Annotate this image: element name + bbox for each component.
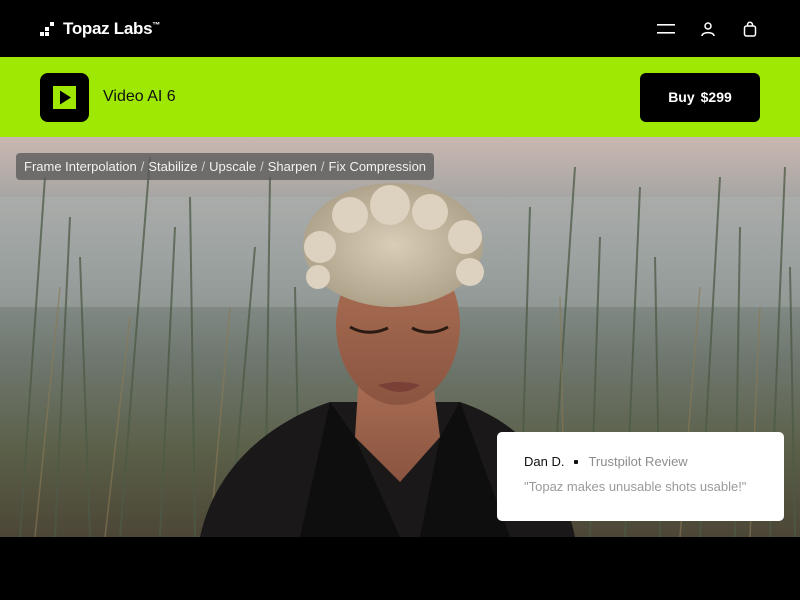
top-nav: Topaz Labs™ xyxy=(0,0,800,57)
topaz-logo-icon xyxy=(40,21,54,36)
separator: / xyxy=(320,159,325,174)
review-card: Dan D. Trustpilot Review "Topaz makes un… xyxy=(497,432,784,521)
reviewer-name: Dan D. xyxy=(524,454,565,469)
review-source[interactable]: Trustpilot Review xyxy=(588,454,687,469)
review-quote: "Topaz makes unusable shots usable!" xyxy=(524,479,747,494)
video-ai-logo-icon[interactable] xyxy=(40,72,89,122)
product-name: Video AI 6 xyxy=(103,88,176,105)
buy-label: Buy xyxy=(668,89,695,105)
user-icon[interactable] xyxy=(698,19,718,39)
brand-logo[interactable]: Topaz Labs™ xyxy=(40,19,160,39)
product-bar: Video AI 6 Buy $299 xyxy=(0,57,800,137)
separator: / xyxy=(260,159,264,174)
feature-upscale[interactable]: Upscale xyxy=(209,159,256,174)
separator: / xyxy=(140,159,145,174)
price: $299 xyxy=(700,89,732,105)
hero-image: Frame Interpolation / Stabilize / Upscal… xyxy=(0,137,800,537)
nav-icons xyxy=(656,19,760,39)
product-info: Video AI 6 xyxy=(40,72,176,122)
feature-sharpen[interactable]: Sharpen xyxy=(268,159,317,174)
bottom-band xyxy=(0,537,800,600)
feature-fix-compression[interactable]: Fix Compression xyxy=(329,159,427,174)
buy-button[interactable]: Buy $299 xyxy=(640,72,760,122)
feature-tags: Frame Interpolation / Stabilize / Upscal… xyxy=(16,153,435,180)
menu-icon[interactable] xyxy=(656,19,676,39)
shopping-bag-icon[interactable] xyxy=(740,19,760,39)
feature-stabilize[interactable]: Stabilize xyxy=(148,159,197,174)
feature-frame-interpolation[interactable]: Frame Interpolation xyxy=(24,159,137,174)
review-header: Dan D. Trustpilot Review xyxy=(524,454,784,469)
brand-name: Topaz Labs™ xyxy=(63,18,160,38)
bullet-separator xyxy=(574,459,579,464)
separator: / xyxy=(201,159,206,174)
